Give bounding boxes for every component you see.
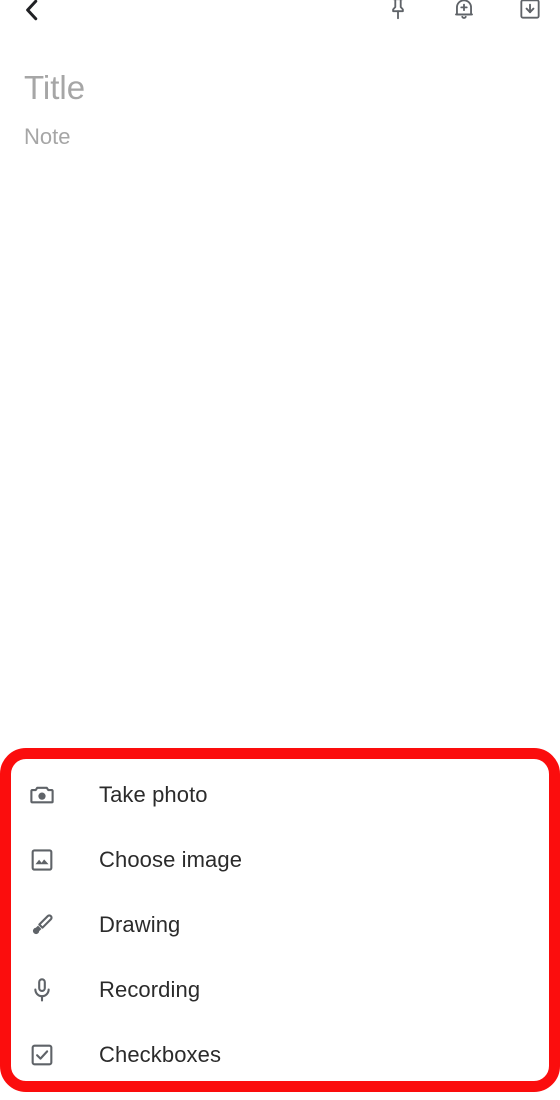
sheet-item-label: Take photo: [99, 781, 208, 807]
archive-down-arrow-icon: [517, 0, 543, 27]
chevron-left-icon: [17, 0, 47, 30]
sheet-item-recording[interactable]: Recording: [0, 957, 560, 1022]
brush-icon: [22, 905, 62, 945]
checkbox-checked-icon: [22, 1035, 62, 1075]
bell-plus-icon: [451, 0, 477, 27]
sheet-item-drawing[interactable]: Drawing: [0, 892, 560, 957]
sheet-item-label: Choose image: [99, 846, 243, 872]
image-icon: [22, 840, 62, 880]
microphone-icon: [22, 970, 62, 1010]
camera-icon: [22, 775, 62, 815]
reminder-button[interactable]: [440, 0, 488, 35]
add-attachment-bottom-sheet: Take photo Choose image Drawing Recordin…: [0, 752, 560, 1100]
app-bar: [0, 0, 560, 46]
app-bar-actions: [374, 0, 554, 35]
archive-button[interactable]: [506, 0, 554, 35]
sheet-item-take-photo[interactable]: Take photo: [0, 762, 560, 827]
sheet-item-label: Checkboxes: [99, 1041, 222, 1067]
note-editor-screen: Take photo Choose image Drawing: [0, 0, 560, 1100]
pin-button[interactable]: [374, 0, 422, 35]
sheet-item-choose-image[interactable]: Choose image: [0, 827, 560, 892]
sheet-item-label: Drawing: [99, 911, 181, 937]
note-body-input[interactable]: [24, 108, 536, 628]
sheet-item-label: Recording: [99, 976, 201, 1002]
note-title-input[interactable]: [24, 46, 536, 108]
sheet-item-checkboxes[interactable]: Checkboxes: [0, 1022, 560, 1087]
back-button[interactable]: [8, 0, 56, 36]
pin-icon: [385, 0, 411, 27]
